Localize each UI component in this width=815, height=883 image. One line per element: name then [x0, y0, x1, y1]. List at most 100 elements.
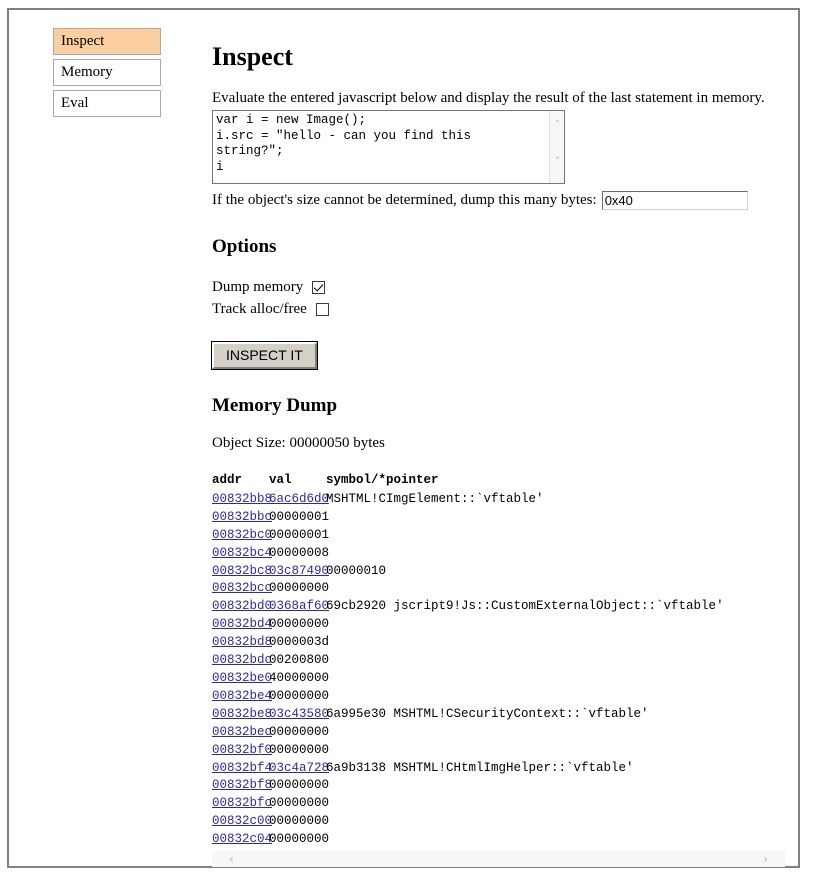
address-value[interactable]: 00832be0: [212, 671, 272, 685]
scroll-right-icon[interactable]: ›: [763, 852, 768, 866]
address-value[interactable]: 00832bc0: [212, 528, 272, 542]
memory-address-link[interactable]: 00832bd0: [212, 598, 272, 616]
memory-value-cell[interactable]: 03c4a728: [269, 760, 329, 778]
inspect-description: Evaluate the entered javascript below an…: [212, 90, 765, 106]
memory-value-cell: 00000000: [269, 795, 330, 813]
address-value[interactable]: 00832bf4: [212, 761, 272, 775]
memory-address-link[interactable]: 00832bec: [212, 724, 272, 742]
option-track-alloc-free[interactable]: Track alloc/free: [212, 298, 785, 320]
value-text: 00000001: [269, 509, 330, 524]
value-text: 0000003d: [269, 635, 330, 650]
address-value[interactable]: 00832bb8: [212, 492, 272, 506]
symbol-text: 6a995e30 MSHTML!CSecurityContext::`vftab…: [326, 706, 649, 721]
inspect-it-button[interactable]: INSPECT IT: [211, 341, 318, 370]
memory-address-link[interactable]: 00832bd4: [212, 616, 272, 634]
memory-dump-rows: 00832bb86ac6d6d0MSHTML!CImgElement::`vft…: [212, 491, 785, 849]
memory-address-link[interactable]: 00832bcc: [212, 580, 272, 598]
scroll-up-icon[interactable]: ˄: [550, 119, 565, 130]
textarea-vertical-scrollbar[interactable]: ˄ ˅: [549, 111, 564, 183]
page-title: Inspect: [212, 42, 293, 71]
memory-value-cell: 0000003d: [269, 634, 330, 652]
table-row: 00832be400000000: [212, 688, 785, 706]
value-link[interactable]: 03c43580: [269, 707, 329, 721]
address-value[interactable]: 00832bd0: [212, 599, 272, 613]
address-value[interactable]: 00832bbc: [212, 510, 272, 524]
memory-dump-table-header: addr val symbol/*pointer: [212, 472, 785, 490]
memory-dump-scroll-region[interactable]: addr val symbol/*pointer 00832bb86ac6d6d0M…: [212, 472, 785, 852]
scroll-down-icon[interactable]: ˅: [550, 156, 565, 167]
memory-address-link[interactable]: 00832bdc: [212, 652, 272, 670]
memory-address-link[interactable]: 00832bbc: [212, 509, 272, 527]
memory-address-link[interactable]: 00832bd8: [212, 634, 272, 652]
address-value[interactable]: 00832be8: [212, 707, 272, 721]
value-text: 00000000: [269, 778, 330, 793]
memory-value-cell: 00000000: [269, 724, 329, 742]
value-text: 00000000: [269, 742, 330, 757]
memory-value-cell[interactable]: 6ac6d6d0: [269, 491, 329, 509]
value-text: 00000000: [269, 814, 330, 829]
column-header-val: val: [269, 473, 292, 487]
option-dump-memory[interactable]: Dump memory: [212, 276, 785, 298]
table-row: 00832bf403c4a7286a9b3138 MSHTML!CHtmlImg…: [212, 760, 785, 778]
dump-memory-checkbox[interactable]: [312, 280, 326, 294]
object-size-text: Object Size: 00000050 bytes: [212, 435, 385, 451]
value-link[interactable]: 03c4a728: [269, 761, 329, 775]
symbol-text: 00000010: [326, 563, 387, 578]
address-value[interactable]: 00832bcc: [212, 581, 272, 595]
value-link[interactable]: 6ac6d6d0: [269, 492, 329, 506]
scroll-left-icon[interactable]: ‹: [229, 852, 234, 866]
address-value[interactable]: 00832bf8: [212, 778, 272, 792]
dump-bytes-input[interactable]: [601, 191, 748, 210]
value-text: 00000000: [269, 796, 330, 811]
memory-address-link[interactable]: 00832be0: [212, 670, 272, 688]
memory-value-cell[interactable]: 03c87490: [269, 563, 329, 581]
symbol-text: 69cb2920 jscript9!Js::CustomExternalObje…: [326, 599, 724, 614]
horizontal-scrollbar[interactable]: ‹ ›: [212, 851, 785, 867]
memory-address-link[interactable]: 00832bc8: [212, 563, 272, 581]
memory-address-link[interactable]: 00832bc4: [212, 545, 272, 563]
address-value[interactable]: 00832c04: [212, 832, 272, 846]
memory-address-link[interactable]: 00832bf0: [212, 742, 272, 760]
address-value[interactable]: 00832bd8: [212, 635, 272, 649]
javascript-textarea[interactable]: var i = new Image(); i.src = "hello - ca…: [212, 110, 565, 184]
option-track-alloc-free-label: Track alloc/free: [212, 300, 307, 317]
address-value[interactable]: 00832c00: [212, 814, 272, 828]
address-value[interactable]: 00832bf0: [212, 743, 272, 757]
track-alloc-free-checkbox[interactable]: [315, 302, 329, 316]
address-value[interactable]: 00832bc4: [212, 546, 272, 560]
memory-address-link[interactable]: 00832c04: [212, 831, 272, 849]
sidebar-item-memory[interactable]: Memory: [53, 59, 161, 86]
value-text: 00200800: [269, 653, 330, 668]
memory-value-cell[interactable]: 0368af60: [269, 598, 329, 616]
table-row: 00832c0400000000: [212, 831, 785, 849]
memory-value-cell: 00200800: [269, 652, 330, 670]
memory-value-cell: 00000000: [269, 688, 330, 706]
sidebar-item-eval[interactable]: Eval: [53, 90, 161, 117]
memory-address-link[interactable]: 00832bb8: [212, 491, 272, 509]
value-link[interactable]: 03c87490: [269, 564, 329, 578]
value-text: 00000000: [269, 832, 330, 847]
memory-address-link[interactable]: 00832be4: [212, 688, 272, 706]
memory-value-cell[interactable]: 03c43580: [269, 706, 329, 724]
address-value[interactable]: 00832bec: [212, 725, 272, 739]
memory-value-cell: 00000000: [269, 813, 330, 831]
address-value[interactable]: 00832bd4: [212, 617, 272, 631]
memory-address-link[interactable]: 00832bf4: [212, 760, 272, 778]
memory-address-link[interactable]: 00832bf8: [212, 777, 272, 795]
memory-address-link[interactable]: 00832bc0: [212, 527, 272, 545]
sidebar-item-inspect[interactable]: Inspect: [53, 28, 161, 55]
dump-bytes-row: If the object's size cannot be determine…: [212, 191, 785, 210]
value-link[interactable]: 0368af60: [269, 599, 329, 613]
address-value[interactable]: 00832bfc: [212, 796, 272, 810]
table-row: 00832be040000000: [212, 670, 785, 688]
value-text: 00000000: [269, 688, 330, 703]
table-row: 00832bd00368af6069cb2920 jscript9!Js::Cu…: [212, 598, 785, 616]
memory-address-link[interactable]: 00832c00: [212, 813, 272, 831]
address-value[interactable]: 00832bc8: [212, 564, 272, 578]
table-row: 00832bc803c8749000000010: [212, 563, 785, 581]
memory-address-link[interactable]: 00832bfc: [212, 795, 272, 813]
address-value[interactable]: 00832be4: [212, 689, 272, 703]
table-row: 00832bfc00000000: [212, 795, 785, 813]
address-value[interactable]: 00832bdc: [212, 653, 272, 667]
memory-address-link[interactable]: 00832be8: [212, 706, 272, 724]
